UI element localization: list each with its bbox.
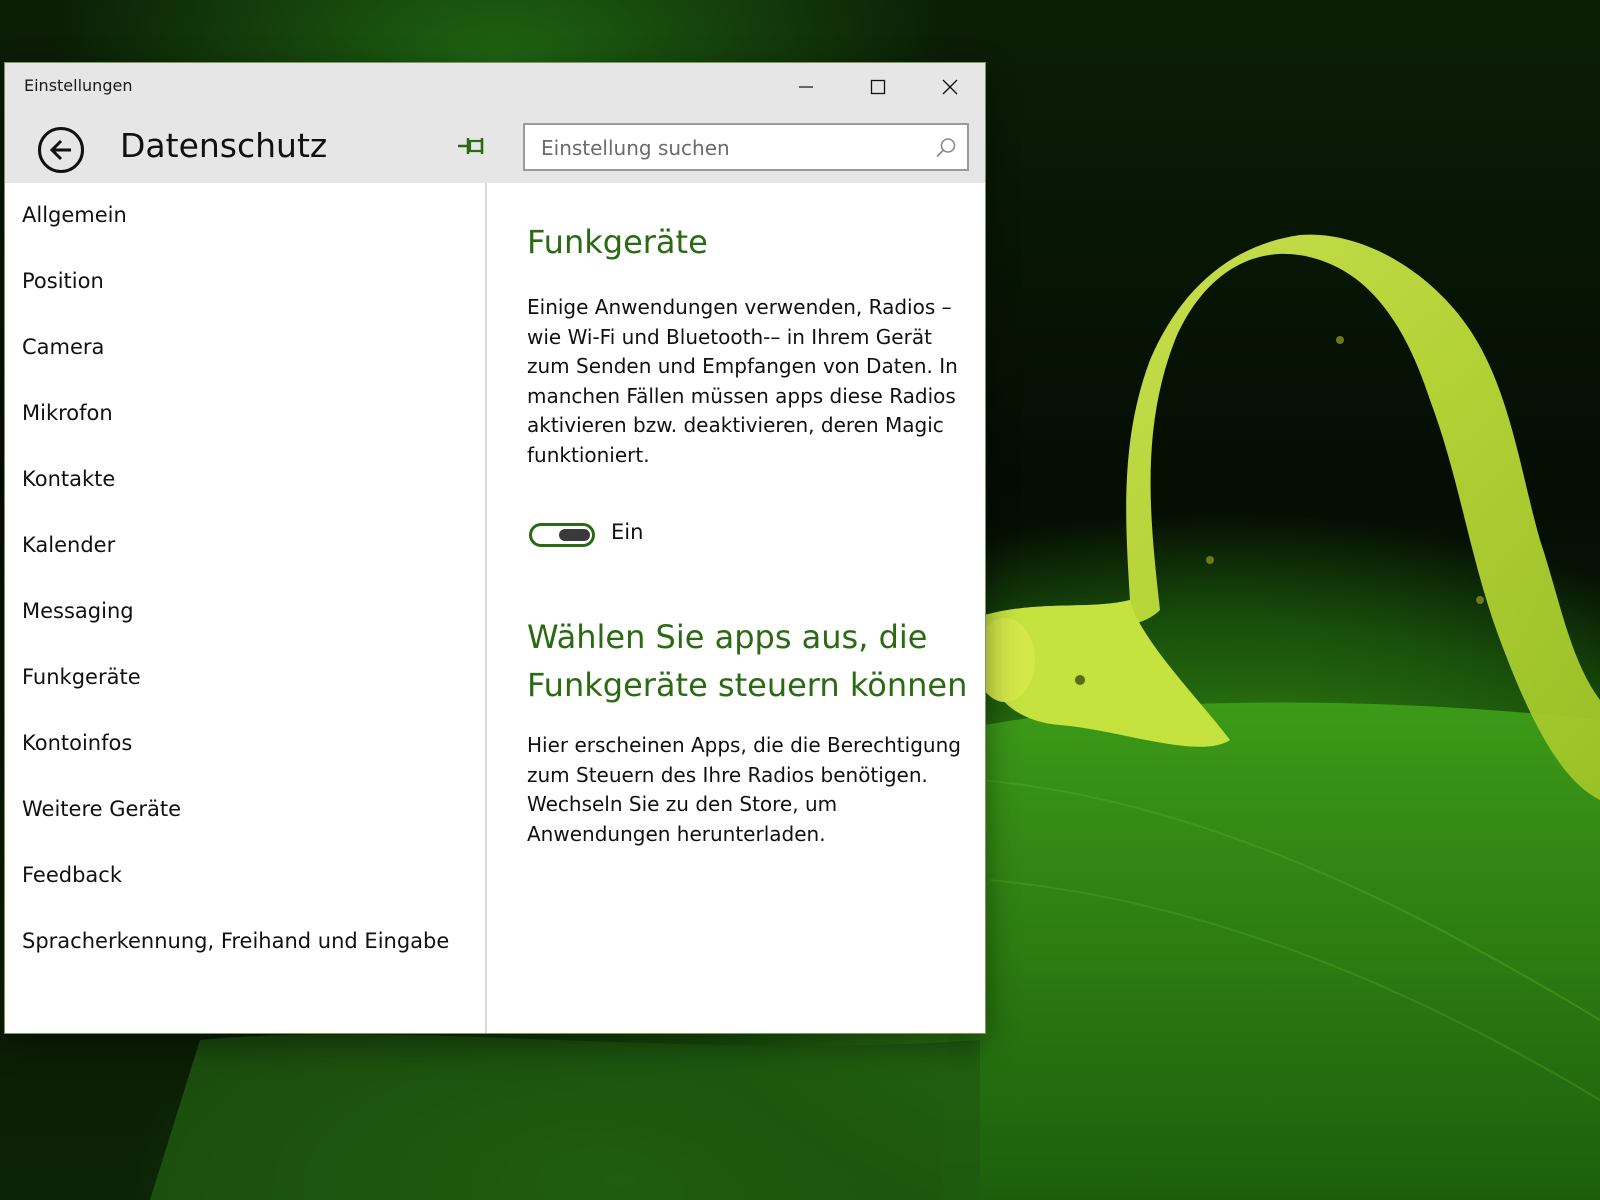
search-icon[interactable] bbox=[935, 137, 957, 159]
radios-heading: Funkgeräte bbox=[527, 223, 708, 261]
sidebar-item-kontakte[interactable]: Kontakte bbox=[22, 467, 115, 491]
search-box[interactable] bbox=[523, 123, 969, 171]
window-title: Einstellungen bbox=[24, 76, 133, 95]
maximize-button[interactable] bbox=[843, 63, 913, 111]
search-input[interactable] bbox=[539, 125, 933, 171]
apps-heading: Wählen Sie apps aus, die Funkgeräte steu… bbox=[527, 618, 968, 704]
page-title: Datenschutz bbox=[120, 126, 328, 165]
radios-description: Einige Anwendungen verwenden, Radios – w… bbox=[527, 295, 958, 467]
toggle-knob bbox=[559, 529, 590, 541]
sidebar-item-kalender[interactable]: Kalender bbox=[22, 533, 115, 557]
sidebar-item-kontoinfos[interactable]: Kontoinfos bbox=[22, 731, 132, 755]
sidebar-nav: Allgemein Position Camera Mikrofon Konta… bbox=[5, 183, 487, 1033]
pin-icon[interactable] bbox=[457, 135, 489, 161]
sidebar-item-funkgeraete[interactable]: Funkgeräte bbox=[22, 665, 141, 689]
title-bar: Einstellungen Datenschutz bbox=[5, 63, 985, 183]
minimize-icon bbox=[799, 86, 813, 88]
sidebar-item-camera[interactable]: Camera bbox=[22, 335, 104, 359]
close-button[interactable] bbox=[915, 63, 985, 111]
sidebar-item-messaging[interactable]: Messaging bbox=[22, 599, 134, 623]
minimize-button[interactable] bbox=[771, 63, 841, 111]
toggle-state-label: Ein bbox=[611, 520, 644, 544]
apps-description: Hier erscheinen Apps, die die Berechtigu… bbox=[527, 733, 961, 846]
sidebar-item-allgemein[interactable]: Allgemein bbox=[22, 203, 127, 227]
back-arrow-icon bbox=[49, 139, 71, 161]
sidebar-item-weitere-geraete[interactable]: Weitere Geräte bbox=[22, 797, 181, 821]
back-button[interactable] bbox=[38, 127, 84, 173]
sidebar-item-spracherkennung[interactable]: Spracherkennung, Freihand und Eingabe bbox=[22, 929, 449, 953]
sidebar-item-mikrofon[interactable]: Mikrofon bbox=[22, 401, 113, 425]
sidebar-item-position[interactable]: Position bbox=[22, 269, 104, 293]
close-icon bbox=[942, 79, 958, 95]
main-content: Funkgeräte Einige Anwendungen verwenden,… bbox=[487, 183, 985, 1033]
settings-window: Einstellungen Datenschutz Einstellung su… bbox=[5, 63, 985, 1033]
radios-toggle-switch[interactable] bbox=[529, 523, 595, 547]
maximize-icon bbox=[870, 79, 886, 95]
sidebar-item-feedback[interactable]: Feedback bbox=[22, 863, 122, 887]
